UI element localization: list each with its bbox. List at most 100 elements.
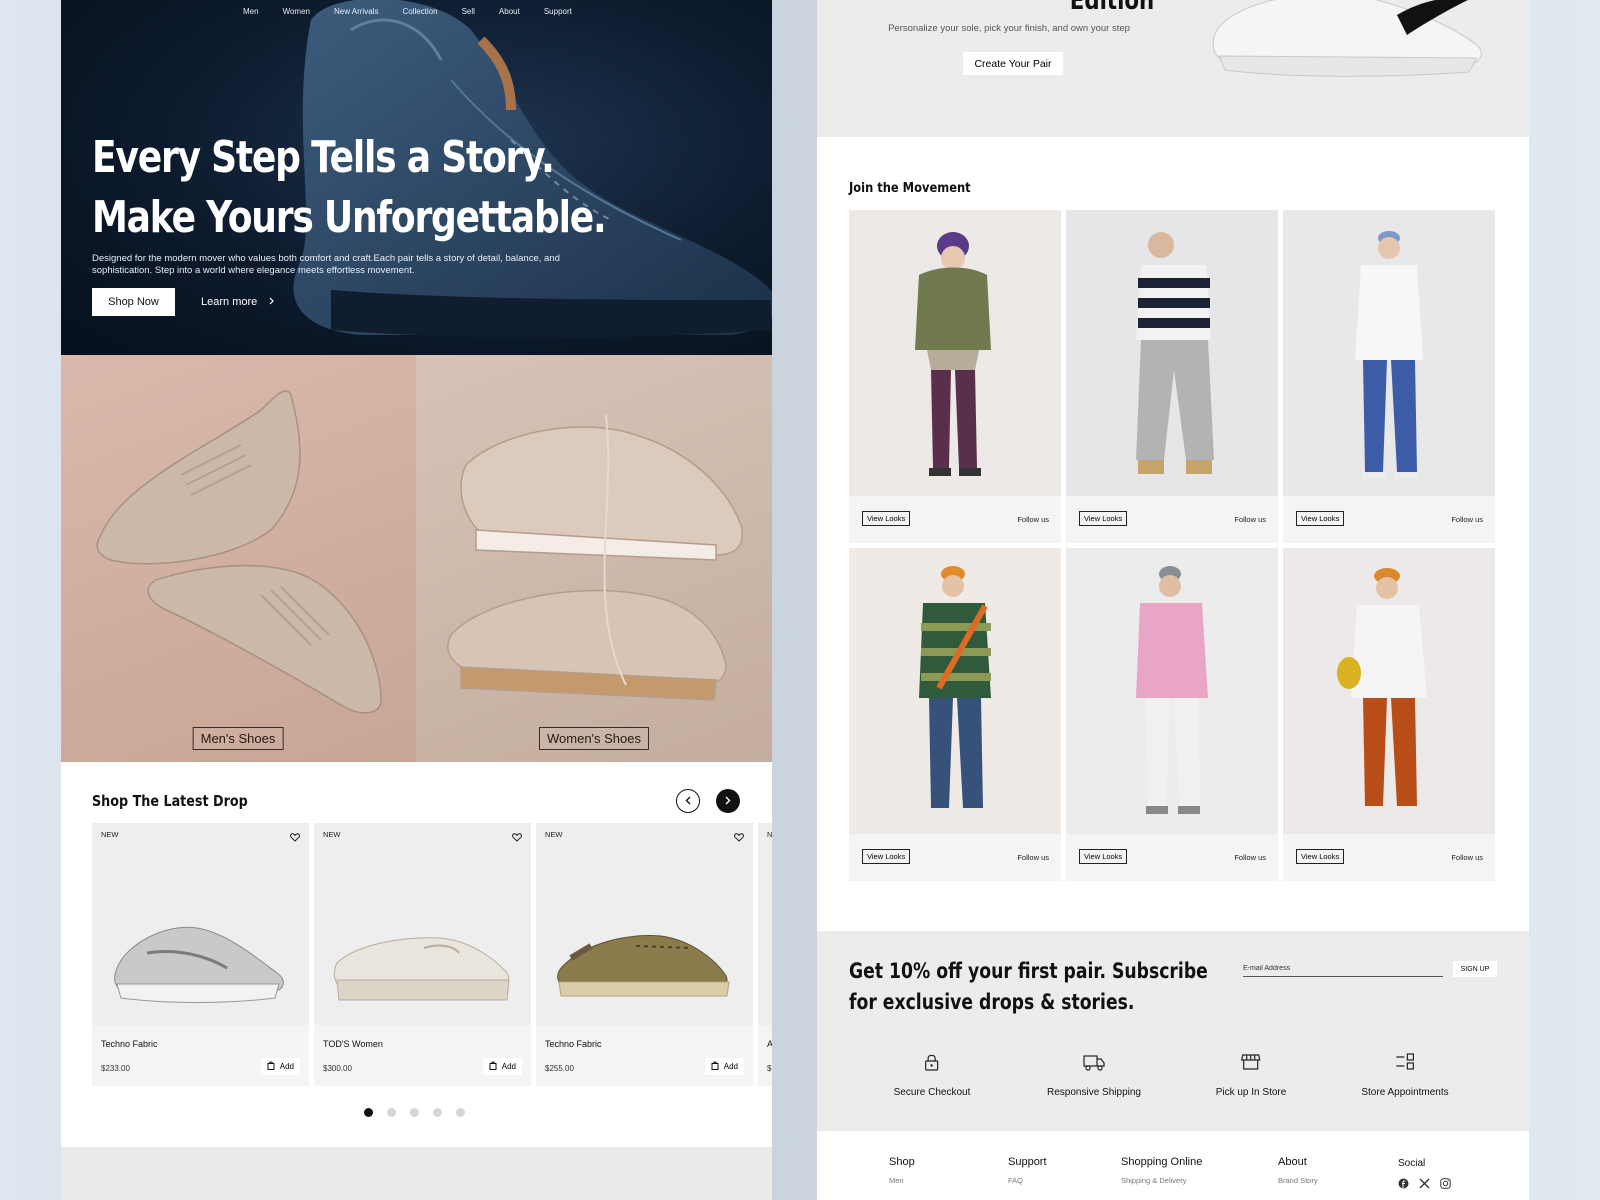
look-actions: View Looks Follow us — [1066, 496, 1278, 543]
feature-pick-up-in-store: Pick up In Store — [1215, 1053, 1287, 1100]
mens-shoes-label[interactable]: Men's Shoes — [192, 727, 284, 750]
custom-sneaker-image — [1212, 0, 1482, 77]
hero-section: Men Women New Arrivals Collection Sell A… — [61, 0, 772, 355]
footer-heading[interactable]: About — [1278, 1156, 1318, 1168]
nav-new-arrivals[interactable]: New Arrivals — [334, 7, 378, 16]
new-badge: NEW — [101, 830, 119, 839]
feature-responsive-shipping: Responsive Shipping — [1047, 1053, 1141, 1100]
view-looks-button[interactable]: View Looks — [862, 849, 911, 864]
carousel-prev-button[interactable] — [676, 789, 700, 813]
product-card[interactable]: NEW TOD'S Women $300.00 Add — [314, 823, 531, 1086]
nav-sell[interactable]: Sell — [462, 7, 475, 16]
footer-link[interactable]: Men — [889, 1176, 915, 1185]
footer-heading[interactable]: Shop — [889, 1156, 915, 1168]
feature-label: Secure Checkout — [893, 1087, 971, 1098]
learn-more-link[interactable]: Learn more — [201, 288, 275, 316]
list-icon — [1361, 1053, 1448, 1076]
view-looks-button[interactable]: View Looks — [1079, 849, 1128, 864]
follow-us-link[interactable]: Follow us — [1451, 853, 1483, 862]
nav-collection[interactable]: Collection — [402, 7, 437, 16]
product-price: $233.00 — [101, 1064, 130, 1073]
create-your-pair-button[interactable]: Create Your Pair — [963, 52, 1063, 75]
heart-icon[interactable] — [734, 829, 744, 847]
look-card[interactable]: View Looks Follow us — [1066, 548, 1278, 881]
add-to-cart-button[interactable]: Add — [260, 1058, 300, 1075]
pagination-dot[interactable] — [456, 1108, 465, 1117]
footer-column-shop: Shop Men — [889, 1156, 915, 1185]
look-card[interactable]: View Looks Follow us — [1066, 210, 1278, 543]
look-card[interactable]: View Looks Follow us — [849, 548, 1061, 881]
look-actions: View Looks Follow us — [1066, 834, 1278, 881]
look-photo-2 — [1066, 210, 1278, 496]
product-card[interactable]: NEW Techno Fabric $233.00 Add — [92, 823, 309, 1086]
footer-link[interactable]: Shipping & Delivery — [1121, 1176, 1202, 1185]
pagination-dot[interactable] — [387, 1108, 396, 1117]
instagram-icon[interactable] — [1440, 1176, 1451, 1194]
look-card[interactable]: View Looks Follow us — [1283, 548, 1495, 881]
follow-us-link[interactable]: Follow us — [1234, 853, 1266, 862]
product-card[interactable]: N A $ — [758, 823, 772, 1086]
pagination-dot[interactable] — [433, 1108, 442, 1117]
follow-us-link[interactable]: Follow us — [1234, 515, 1266, 524]
nav-men[interactable]: Men — [243, 7, 259, 16]
footer-heading[interactable]: Shopping Online — [1121, 1156, 1202, 1168]
bag-icon — [267, 1061, 275, 1072]
womens-shoes-label[interactable]: Women's Shoes — [538, 727, 650, 750]
add-label: Add — [723, 1062, 738, 1071]
follow-us-link[interactable]: Follow us — [1017, 515, 1049, 524]
category-tile-women[interactable]: Women's Shoes — [416, 355, 772, 762]
add-to-cart-button[interactable]: Add — [704, 1058, 744, 1075]
heart-icon[interactable] — [512, 829, 522, 847]
look-card[interactable]: View Looks Follow us — [849, 210, 1061, 543]
category-tile-men[interactable]: Men's Shoes — [61, 355, 416, 762]
carousel-next-button[interactable] — [716, 789, 740, 813]
product-image-area: N — [758, 823, 772, 1025]
sign-up-button[interactable]: SIGN UP — [1453, 961, 1497, 977]
main-nav: Men Women New Arrivals Collection Sell A… — [243, 7, 572, 16]
new-badge: NEW — [545, 830, 563, 839]
footer-column-shopping-online: Shopping Online Shipping & Delivery — [1121, 1156, 1202, 1185]
add-label: Add — [501, 1062, 516, 1071]
right-page-panel: Edition Personalize your sole, pick your… — [817, 0, 1529, 1200]
custom-edition-section: Edition Personalize your sole, pick your… — [817, 0, 1529, 137]
mens-shoes-image — [96, 390, 382, 714]
nav-about[interactable]: About — [499, 7, 520, 16]
join-movement-title: Join the Movement — [849, 180, 971, 196]
product-image-area: NEW — [92, 823, 309, 1025]
email-field[interactable] — [1243, 961, 1443, 977]
x-icon[interactable] — [1419, 1176, 1430, 1194]
nav-women[interactable]: Women — [283, 7, 310, 16]
feature-store-appointments: Store Appointments — [1361, 1053, 1449, 1100]
hero-title: Every Step Tells a Story. Make Yours Unf… — [92, 128, 607, 248]
follow-us-link[interactable]: Follow us — [1451, 515, 1483, 524]
view-looks-button[interactable]: View Looks — [1296, 511, 1345, 526]
new-badge: NEW — [323, 830, 341, 839]
add-to-cart-button[interactable]: Add — [482, 1058, 522, 1075]
look-photo-6 — [1283, 548, 1495, 834]
store-icon — [1216, 1053, 1287, 1076]
look-card[interactable]: View Looks Follow us — [1283, 210, 1495, 543]
bag-icon — [711, 1061, 719, 1072]
view-looks-button[interactable]: View Looks — [1079, 511, 1128, 526]
pagination-dot[interactable] — [410, 1108, 419, 1117]
shop-now-button[interactable]: Shop Now — [92, 288, 175, 316]
look-actions: View Looks Follow us — [1283, 834, 1495, 881]
newsletter-section: Get 10% off your first pair. Subscribe f… — [817, 931, 1529, 1131]
product-shoe-image — [333, 937, 510, 1001]
follow-us-link[interactable]: Follow us — [1017, 853, 1049, 862]
pagination-dot[interactable] — [364, 1108, 373, 1117]
footer-heading[interactable]: Support — [1008, 1156, 1047, 1168]
facebook-icon[interactable] — [1398, 1176, 1409, 1194]
heart-icon[interactable] — [290, 829, 300, 847]
custom-edition-subtitle: Personalize your sole, pick your finish,… — [888, 23, 1130, 34]
footer: Shop Men Support FAQ Shopping Online Shi… — [817, 1131, 1529, 1200]
feature-label: Pick up In Store — [1215, 1087, 1287, 1098]
product-card[interactable]: NEW Techno Fabric $255.00 Add — [536, 823, 753, 1086]
view-looks-button[interactable]: View Looks — [1296, 849, 1345, 864]
nav-support[interactable]: Support — [544, 7, 572, 16]
footer-heading: Social — [1398, 1158, 1426, 1169]
footer-column-support: Support FAQ — [1008, 1156, 1047, 1185]
view-looks-button[interactable]: View Looks — [862, 511, 911, 526]
footer-link[interactable]: Brand Story — [1278, 1176, 1318, 1185]
footer-link[interactable]: FAQ — [1008, 1176, 1047, 1185]
